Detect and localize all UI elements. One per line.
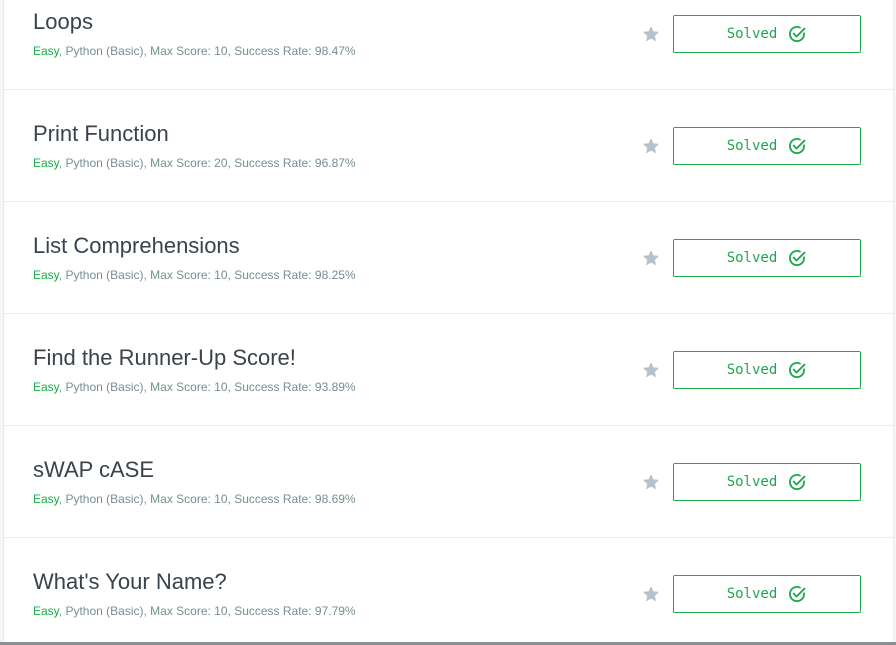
star-icon[interactable]: [641, 136, 661, 156]
check-circle-icon: [789, 138, 806, 154]
difficulty-label: Easy: [33, 44, 59, 58]
challenge-details: , Python (Basic), Max Score: 20, Success…: [58, 156, 356, 170]
challenge-meta: Easy, Python (Basic), Max Score: 20, Suc…: [33, 156, 356, 170]
difficulty-label: Easy: [33, 492, 59, 506]
solved-label: Solved: [726, 474, 778, 490]
solved-label: Solved: [726, 362, 778, 378]
solved-label: Solved: [726, 250, 778, 266]
challenge-title[interactable]: What's Your Name?: [33, 569, 227, 595]
solved-button[interactable]: Solved: [673, 127, 861, 165]
challenge-card[interactable]: Find the Runner-Up Score! Easy, Python (…: [4, 314, 893, 426]
check-circle-icon: [789, 362, 806, 378]
challenge-title[interactable]: sWAP cASE: [33, 457, 154, 483]
check-circle-icon: [789, 586, 806, 602]
difficulty-label: Easy: [33, 268, 59, 282]
star-icon[interactable]: [641, 360, 661, 380]
check-circle-icon: [789, 474, 806, 490]
challenge-details: , Python (Basic), Max Score: 10, Success…: [58, 380, 356, 394]
difficulty-label: Easy: [33, 156, 59, 170]
challenge-details: , Python (Basic), Max Score: 10, Success…: [58, 44, 356, 58]
challenge-card[interactable]: Print Function Easy, Python (Basic), Max…: [4, 90, 893, 202]
solved-label: Solved: [726, 26, 778, 42]
challenge-title[interactable]: Print Function: [33, 121, 169, 147]
challenge-title[interactable]: List Comprehensions: [33, 233, 240, 259]
challenge-card[interactable]: sWAP cASE Easy, Python (Basic), Max Scor…: [4, 426, 893, 538]
challenge-details: , Python (Basic), Max Score: 10, Success…: [58, 268, 356, 282]
solved-button[interactable]: Solved: [673, 351, 861, 389]
star-icon[interactable]: [641, 248, 661, 268]
challenge-meta: Easy, Python (Basic), Max Score: 10, Suc…: [33, 44, 356, 58]
difficulty-label: Easy: [33, 604, 59, 618]
solved-label: Solved: [726, 138, 778, 154]
solved-button[interactable]: Solved: [673, 239, 861, 277]
star-icon[interactable]: [641, 24, 661, 44]
challenge-meta: Easy, Python (Basic), Max Score: 10, Suc…: [33, 268, 356, 282]
challenge-card[interactable]: What's Your Name? Easy, Python (Basic), …: [4, 538, 893, 645]
solved-label: Solved: [726, 586, 778, 602]
challenge-meta: Easy, Python (Basic), Max Score: 10, Suc…: [33, 380, 356, 394]
challenge-title[interactable]: Find the Runner-Up Score!: [33, 345, 296, 371]
challenge-title[interactable]: Loops: [33, 9, 93, 35]
challenge-card[interactable]: Loops Easy, Python (Basic), Max Score: 1…: [4, 0, 893, 90]
challenge-card[interactable]: List Comprehensions Easy, Python (Basic)…: [4, 202, 893, 314]
solved-button[interactable]: Solved: [673, 463, 861, 501]
difficulty-label: Easy: [33, 380, 59, 394]
star-icon[interactable]: [641, 472, 661, 492]
challenge-meta: Easy, Python (Basic), Max Score: 10, Suc…: [33, 604, 356, 618]
check-circle-icon: [789, 250, 806, 266]
challenge-details: , Python (Basic), Max Score: 10, Success…: [58, 604, 356, 618]
challenge-meta: Easy, Python (Basic), Max Score: 10, Suc…: [33, 492, 356, 506]
challenge-list: Loops Easy, Python (Basic), Max Score: 1…: [3, 0, 894, 645]
challenge-page: Loops Easy, Python (Basic), Max Score: 1…: [0, 0, 896, 645]
challenge-details: , Python (Basic), Max Score: 10, Success…: [58, 492, 356, 506]
check-circle-icon: [789, 26, 806, 42]
star-icon[interactable]: [641, 584, 661, 604]
solved-button[interactable]: Solved: [673, 15, 861, 53]
solved-button[interactable]: Solved: [673, 575, 861, 613]
